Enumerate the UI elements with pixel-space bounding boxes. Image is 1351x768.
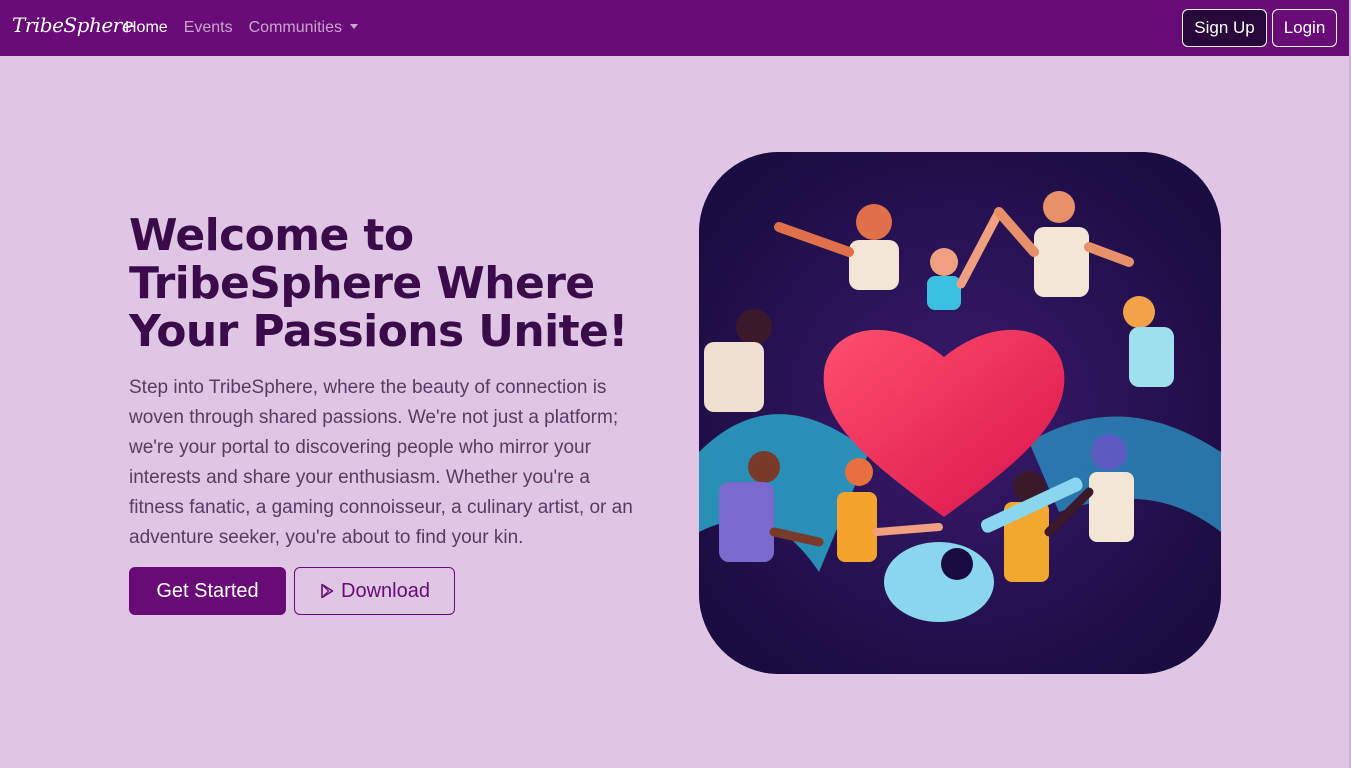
nav-link-communities-label: Communities: [248, 19, 342, 36]
nav-links: Home Events Communities: [125, 18, 358, 38]
brand-logo[interactable]: TribeSphere: [12, 13, 134, 37]
nav-link-communities[interactable]: Communities: [249, 18, 358, 38]
hero-title: Welcome to TribeSphere Where Your Passio…: [129, 210, 628, 357]
get-started-button[interactable]: Get Started: [129, 567, 286, 615]
nav-link-events[interactable]: Events: [184, 18, 233, 38]
hero-illustration: [699, 152, 1221, 674]
download-button[interactable]: Download: [294, 567, 455, 615]
community-illustration: [699, 152, 1221, 674]
top-navbar: TribeSphere Home Events Communities Sign…: [0, 0, 1351, 56]
download-button-label: Download: [341, 579, 430, 602]
chevron-down-icon: [349, 24, 358, 29]
signup-button[interactable]: Sign Up: [1182, 9, 1267, 47]
login-button[interactable]: Login: [1272, 9, 1337, 47]
hero-description: Step into TribeSphere, where the beauty …: [129, 377, 633, 548]
play-store-icon: [321, 583, 334, 599]
nav-link-home[interactable]: Home: [125, 18, 168, 38]
